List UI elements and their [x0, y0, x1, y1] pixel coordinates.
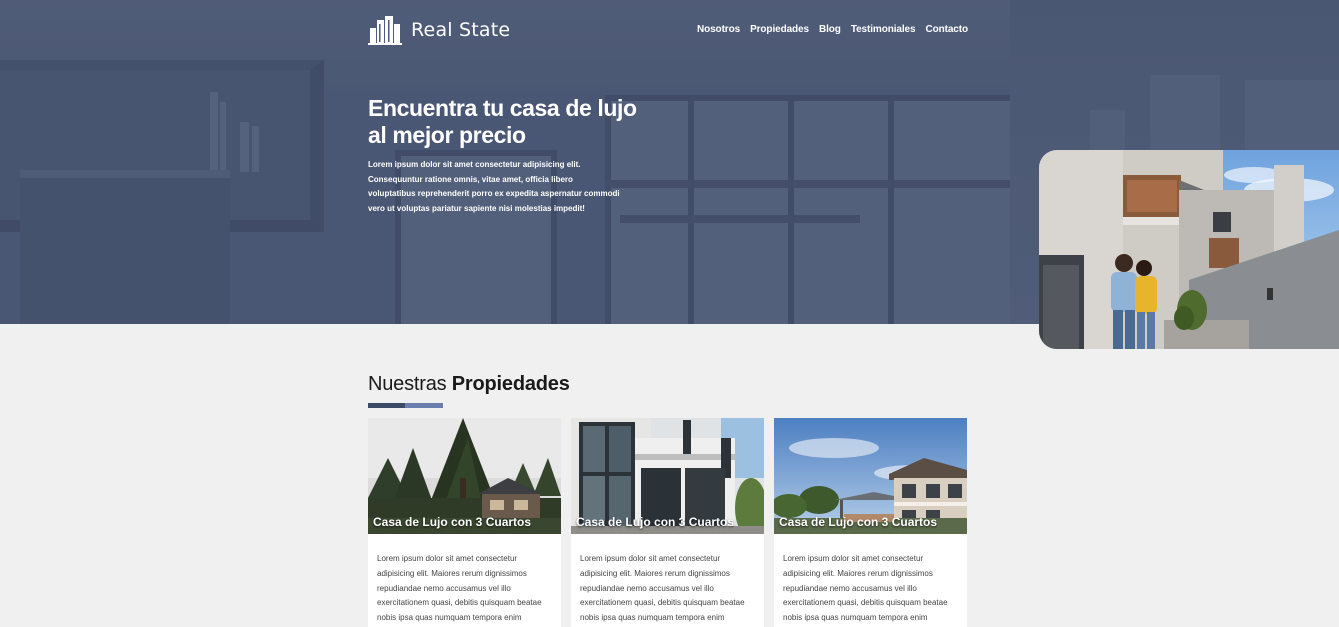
- main-navigation: Nosotros Propiedades Blog Testimoniales …: [697, 24, 968, 35]
- property-description: Lorem ipsum dolor sit amet consectetur a…: [580, 554, 745, 623]
- property-card[interactable]: Casa de Lujo con 3 Cuartos Lorem ipsum d…: [774, 418, 967, 627]
- property-title: Casa de Lujo con 3 Cuartos: [373, 515, 532, 529]
- properties-title-light: Nuestras: [368, 373, 447, 395]
- property-description: Lorem ipsum dolor sit amet consectetur a…: [377, 554, 542, 623]
- nav-link-contacto[interactable]: Contacto: [925, 24, 968, 35]
- property-image: Casa de Lujo con 3 Cuartos: [774, 418, 967, 534]
- nav-link-propiedades[interactable]: Propiedades: [750, 24, 809, 35]
- property-description: Lorem ipsum dolor sit amet consectetur a…: [783, 554, 948, 623]
- nav-link-nosotros[interactable]: Nosotros: [697, 24, 740, 35]
- buildings-icon: [368, 14, 402, 46]
- hero-house-photo: [1039, 150, 1339, 349]
- hero-title: Encuentra tu casa de lujo al mejor preci…: [368, 95, 637, 148]
- logo-text: Real State: [411, 19, 511, 41]
- properties-title-bold: Propiedades: [451, 373, 570, 395]
- property-title: Casa de Lujo con 3 Cuartos: [779, 515, 938, 529]
- nav-link-blog[interactable]: Blog: [819, 24, 841, 35]
- property-card[interactable]: Casa de Lujo con 3 Cuartos Lorem ipsum d…: [571, 418, 764, 627]
- properties-grid: Casa de Lujo con 3 Cuartos Lorem ipsum d…: [368, 418, 967, 627]
- logo[interactable]: Real State: [368, 14, 510, 46]
- property-image: Casa de Lujo con 3 Cuartos: [571, 418, 764, 534]
- title-underline-accent: [368, 403, 443, 408]
- properties-title: Nuestras Propiedades: [368, 373, 570, 396]
- property-image: Casa de Lujo con 3 Cuartos: [368, 418, 561, 534]
- property-title: Casa de Lujo con 3 Cuartos: [576, 515, 735, 529]
- nav-link-testimoniales[interactable]: Testimoniales: [851, 24, 916, 35]
- property-card[interactable]: Casa de Lujo con 3 Cuartos Lorem ipsum d…: [368, 418, 561, 627]
- hero-description: Lorem ipsum dolor sit amet consectetur a…: [368, 160, 620, 213]
